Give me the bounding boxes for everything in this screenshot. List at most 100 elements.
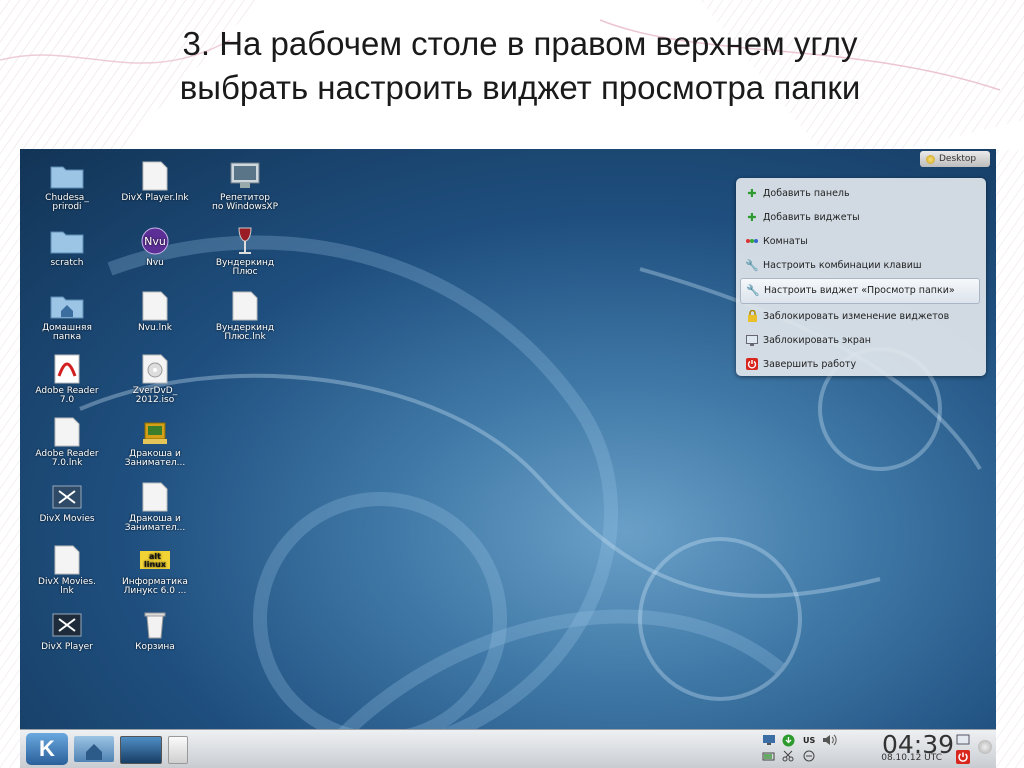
- menu-item-label: Завершить работу: [763, 358, 857, 370]
- desktop-icon-label: Домашняя папка: [42, 323, 92, 342]
- game-icon: [143, 422, 167, 444]
- svg-text:Nvu: Nvu: [144, 235, 166, 248]
- taskbar: K US 04:39 08.10.12 UTC: [20, 729, 996, 768]
- desktop-icon[interactable]: Репетитор по WindowsXP: [208, 161, 282, 212]
- desktop-icon[interactable]: DivX Player: [30, 610, 104, 652]
- taskbar-trash[interactable]: [168, 736, 188, 764]
- panel-toolbox-cashew[interactable]: [978, 740, 992, 754]
- keyboard-layout-indicator[interactable]: US: [803, 736, 815, 745]
- update-icon[interactable]: [782, 734, 795, 747]
- desktop-icon[interactable]: Вундеркинд Плюс: [208, 226, 282, 277]
- monitor-icon: [230, 162, 260, 188]
- screen-lock-icon: [746, 334, 758, 346]
- desktop-icon[interactable]: DivX Movies: [30, 482, 104, 524]
- volume-icon[interactable]: [822, 734, 838, 746]
- desktop-icon-label: Репетитор по WindowsXP: [211, 193, 279, 212]
- desktop-icon[interactable]: Adobe Reader 7.0: [30, 354, 104, 405]
- kickoff-menu-button[interactable]: K: [26, 733, 68, 765]
- folder-icon: [50, 166, 84, 189]
- nvu-icon: Nvu: [141, 227, 169, 255]
- wrench-icon: 🔧: [746, 284, 760, 298]
- desktop-icon-label: Информатика Линукс 6.0 ...: [122, 577, 188, 596]
- pdf-icon: [54, 354, 80, 384]
- file-icon: [142, 161, 168, 191]
- desktop-icon[interactable]: Домашняя папка: [30, 291, 104, 342]
- desktop-icon[interactable]: Chudesa_ prirodi: [30, 161, 104, 212]
- kde-desktop[interactable]: Desktop Chudesa_ prirodi scratch Домашня…: [20, 149, 996, 768]
- desktop-icon-label: Корзина: [135, 642, 175, 652]
- desktop-icon[interactable]: Nvu.lnk: [118, 291, 192, 333]
- altlinux-icon: altlinux: [140, 551, 170, 569]
- desktop-icon[interactable]: DivX Player.lnk: [118, 161, 192, 203]
- menu-item-label: Заблокировать изменение виджетов: [763, 310, 950, 322]
- menu-item-lock-screen[interactable]: Заблокировать экран: [736, 328, 986, 352]
- file-icon: [232, 291, 258, 321]
- battery-icon[interactable]: [762, 750, 776, 762]
- desktop-icon-label: DivX Player: [41, 642, 93, 652]
- desktop-toolbox-label: Desktop: [939, 154, 977, 164]
- trash-icon: [144, 612, 166, 639]
- desktop-icon-label: DivX Movies. lnk: [38, 577, 96, 596]
- desktop-icon-label: Вундеркинд Плюс: [215, 258, 275, 277]
- disc-icon: [142, 354, 168, 384]
- desktop-icon[interactable]: Adobe Reader 7.0.lnk: [30, 417, 104, 468]
- power-icon: [746, 358, 758, 371]
- wrench-icon: 🔧: [745, 259, 759, 273]
- desktop-icon-label: Chudesa_ prirodi: [45, 193, 89, 212]
- desktop-icon-label: DivX Player.lnk: [121, 193, 189, 203]
- menu-item-label: Заблокировать экран: [763, 334, 871, 346]
- menu-item-folder-view-settings[interactable]: 🔧 Настроить виджет «Просмотр папки»: [740, 277, 980, 304]
- scissors-icon[interactable]: [782, 750, 794, 762]
- desktop-icon[interactable]: Nvu Nvu: [118, 226, 192, 268]
- taskbar-desktop-preview[interactable]: [120, 736, 162, 764]
- power-icon[interactable]: [956, 750, 970, 764]
- slide-title-line-2: выбрать настроить виджет просмотра папки: [179, 69, 861, 106]
- menu-item-add-widgets[interactable]: ✚ Добавить виджеты: [736, 205, 986, 229]
- slide-title: 3. На рабочем столе в правом верхнем угл…: [60, 22, 980, 110]
- divx-icon: [52, 613, 82, 637]
- desktop-context-menu: ✚ Добавить панель ✚ Добавить виджеты Ком…: [736, 178, 986, 376]
- desktop-icon-label: Adobe Reader 7.0.lnk: [35, 449, 99, 468]
- clock-date: 08.10.12 UTC: [881, 753, 942, 763]
- file-icon: [54, 545, 80, 575]
- home-folder-icon: [86, 744, 102, 760]
- menu-item-shortcut-settings[interactable]: 🔧 Настроить комбинации клавиш: [736, 254, 986, 278]
- desktop-icon[interactable]: alt linux Информатика Линукс 6.0 ...: [118, 545, 192, 596]
- desktop-icon-label: Nvu: [146, 258, 164, 268]
- menu-item-activities[interactable]: Комнаты: [736, 229, 986, 253]
- network-icon[interactable]: [762, 734, 776, 746]
- desktop-icon[interactable]: Вундеркинд Плюс.lnk: [208, 291, 282, 342]
- menu-item-label: Комнаты: [763, 235, 808, 247]
- desktop-icon[interactable]: ZverDvD_ 2012.iso: [118, 354, 192, 405]
- cashew-icon: [926, 154, 935, 164]
- menu-item-label: Настроить комбинации клавиш: [763, 260, 922, 272]
- lock-screen-icon[interactable]: [956, 733, 970, 747]
- home-folder-icon: [50, 296, 84, 319]
- menu-item-label: Настроить виджет «Просмотр папки»: [764, 285, 955, 297]
- desktop-icon[interactable]: DivX Movies. lnk: [30, 545, 104, 596]
- plus-icon: ✚: [747, 186, 757, 200]
- menu-item-shutdown[interactable]: Завершить работу: [736, 352, 986, 376]
- clipboard-icon[interactable]: [802, 750, 816, 762]
- desktop-icon[interactable]: Корзина: [118, 610, 192, 652]
- desktop-icon[interactable]: Дракоша и Занимател...: [118, 482, 192, 533]
- desktop-icon-label: Дракоша и Занимател...: [124, 514, 186, 533]
- desktop-icon[interactable]: Дракоша и Занимател...: [118, 417, 192, 468]
- taskbar-home-folder[interactable]: [74, 736, 114, 762]
- menu-item-label: Добавить виджеты: [763, 211, 860, 223]
- desktop-icon-label: Adobe Reader 7.0: [35, 386, 99, 405]
- desktop-icon-label: ZverDvD_ 2012.iso: [132, 386, 178, 405]
- menu-item-lock-widgets[interactable]: Заблокировать изменение виджетов: [736, 304, 986, 328]
- file-icon: [142, 291, 168, 321]
- slide-title-line-1: 3. На рабочем столе в правом верхнем угл…: [182, 25, 858, 62]
- desktop-toolbox-button[interactable]: Desktop: [920, 151, 990, 167]
- file-icon: [54, 417, 80, 447]
- menu-item-add-panel[interactable]: ✚ Добавить панель: [736, 181, 986, 205]
- desktop-icon-label: scratch: [50, 258, 84, 268]
- plus-icon: ✚: [747, 210, 757, 224]
- lock-icon: [746, 310, 758, 323]
- svg-text:linux: linux: [144, 560, 167, 569]
- desktop-icon[interactable]: scratch: [30, 226, 104, 268]
- file-icon: [142, 482, 168, 512]
- menu-item-label: Добавить панель: [763, 187, 850, 199]
